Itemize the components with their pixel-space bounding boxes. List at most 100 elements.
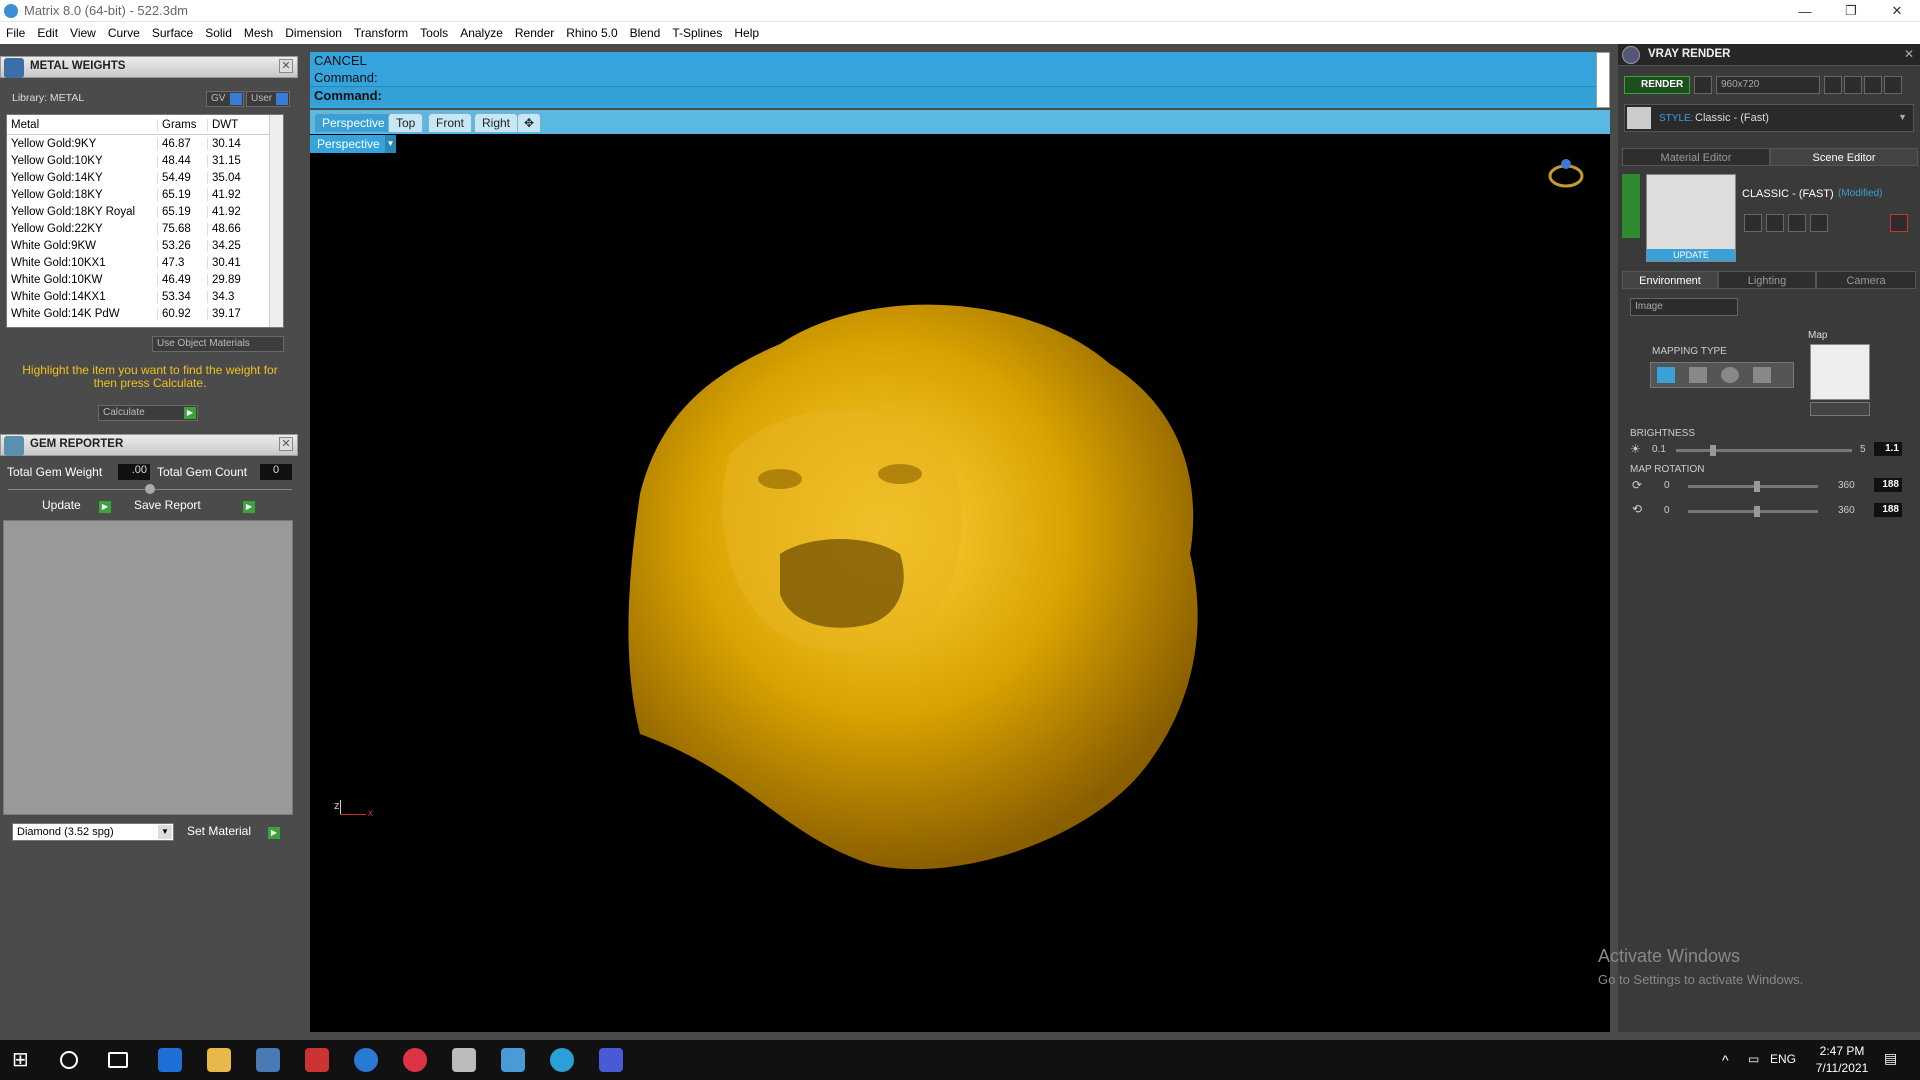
- network-icon[interactable]: ▭: [1748, 1052, 1759, 1066]
- table-row[interactable]: Yellow Gold:10KY 48.44 31.15: [7, 152, 283, 169]
- menu-help[interactable]: Help: [734, 26, 759, 40]
- grid-icon[interactable]: [1884, 76, 1902, 94]
- windows-start-icon[interactable]: ⊞: [12, 1048, 36, 1072]
- viewport-title[interactable]: Perspective: [310, 135, 394, 153]
- table-row[interactable]: White Gold:14KX1 53.34 34.3: [7, 288, 283, 305]
- add-scene-icon[interactable]: [1788, 214, 1806, 232]
- mapping-cube-icon[interactable]: [1689, 367, 1707, 383]
- table-row[interactable]: Yellow Gold:14KY 54.49 35.04: [7, 169, 283, 186]
- tab-camera[interactable]: Camera: [1816, 271, 1916, 289]
- menu-render[interactable]: Render: [515, 26, 554, 40]
- menu-rhino5[interactable]: Rhino 5.0: [566, 26, 617, 40]
- tab-environment[interactable]: Environment: [1622, 271, 1718, 289]
- render-button[interactable]: RENDER: [1624, 76, 1690, 94]
- table-row[interactable]: Yellow Gold:22KY 75.68 48.66: [7, 220, 283, 237]
- gem-slider-knob[interactable]: [145, 484, 155, 494]
- list-icon[interactable]: [1864, 76, 1882, 94]
- render-options-icon[interactable]: [1694, 76, 1712, 94]
- clock-time[interactable]: 2:47 PM: [1812, 1044, 1872, 1058]
- app-icon[interactable]: [305, 1048, 329, 1072]
- command-prompt[interactable]: Command:: [310, 86, 1610, 103]
- environment-type-select[interactable]: Image: [1630, 298, 1738, 316]
- gv-toggle[interactable]: GV: [206, 91, 244, 107]
- notifications-icon[interactable]: ▤: [1884, 1050, 1897, 1067]
- app-icon[interactable]: [256, 1048, 280, 1072]
- clock-date[interactable]: 7/11/2021: [1812, 1061, 1872, 1075]
- map-thumbnail[interactable]: [1810, 344, 1870, 400]
- app-icon[interactable]: [599, 1048, 623, 1072]
- command-area[interactable]: CANCEL Command: Command:: [310, 52, 1610, 108]
- menu-dimension[interactable]: Dimension: [285, 26, 342, 40]
- resolution-select[interactable]: 960x720: [1716, 76, 1820, 94]
- menu-blend[interactable]: Blend: [630, 26, 661, 40]
- tab-material-editor[interactable]: Material Editor: [1622, 148, 1770, 166]
- menu-tools[interactable]: Tools: [420, 26, 448, 40]
- mapping-flat-icon[interactable]: [1657, 367, 1675, 383]
- update-preview-button[interactable]: UPDATE: [1647, 249, 1735, 261]
- viewport-perspective[interactable]: z x: [310, 134, 1610, 1032]
- menu-surface[interactable]: Surface: [152, 26, 193, 40]
- use-object-materials-checkbox[interactable]: Use Object Materials: [152, 336, 284, 352]
- tab-perspective[interactable]: Perspective: [314, 113, 393, 132]
- tray-chevron-icon[interactable]: ^: [1722, 1052, 1729, 1068]
- table-row[interactable]: White Gold:9KW 53.26 34.25: [7, 237, 283, 254]
- rotation-h-value[interactable]: 188: [1874, 478, 1902, 492]
- remove-scene-icon[interactable]: [1810, 214, 1828, 232]
- vray-close-icon[interactable]: ✕: [1904, 47, 1914, 61]
- add-tab-icon[interactable]: ✥: [517, 113, 541, 132]
- metal-weights-close-icon[interactable]: ✕: [279, 59, 293, 73]
- search-icon[interactable]: [60, 1051, 78, 1069]
- menu-tsplines[interactable]: T-Splines: [672, 26, 722, 40]
- table-scrollbar[interactable]: [269, 115, 283, 327]
- mapping-sphere-icon[interactable]: [1721, 367, 1739, 383]
- menu-transform[interactable]: Transform: [354, 26, 408, 40]
- tab-front[interactable]: Front: [428, 113, 473, 132]
- viewport-menu-chevron-icon[interactable]: ▼: [385, 135, 396, 153]
- rotation-v-slider[interactable]: [1688, 506, 1818, 517]
- gem-reporter-close-icon[interactable]: ✕: [279, 437, 293, 451]
- menu-analyze[interactable]: Analyze: [460, 26, 503, 40]
- app-icon[interactable]: [501, 1048, 525, 1072]
- gem-material-select[interactable]: Diamond (3.52 spg) ▼: [12, 823, 174, 841]
- tab-scene-editor[interactable]: Scene Editor: [1770, 148, 1918, 166]
- save-scene-icon[interactable]: [1744, 214, 1762, 232]
- table-row[interactable]: White Gold:10KW 46.49 29.89: [7, 271, 283, 288]
- rotation-h-slider[interactable]: [1688, 481, 1818, 492]
- menu-mesh[interactable]: Mesh: [244, 26, 273, 40]
- file-explorer-icon[interactable]: [207, 1048, 231, 1072]
- save-report-button[interactable]: Save Report ▶: [130, 498, 256, 516]
- collapse-arrow-icon[interactable]: [1622, 174, 1640, 238]
- load-scene-icon[interactable]: [1766, 214, 1784, 232]
- table-row[interactable]: Yellow Gold:18KY 65.19 41.92: [7, 186, 283, 203]
- col-dwt[interactable]: DWT: [207, 118, 267, 131]
- metal-weights-table[interactable]: Metal Grams DWT Yellow Gold:9KY 46.87 30.1…: [6, 114, 284, 328]
- reset-scene-icon[interactable]: [1890, 214, 1908, 232]
- set-material-button[interactable]: Set Material ▶: [183, 824, 281, 842]
- table-row[interactable]: Yellow Gold:18KY Royal 65.19 41.92: [7, 203, 283, 220]
- user-toggle[interactable]: User: [246, 91, 290, 107]
- restore-button[interactable]: ❐: [1828, 0, 1874, 22]
- brightness-value[interactable]: 1.1: [1874, 442, 1902, 456]
- task-view-icon[interactable]: [108, 1052, 128, 1068]
- style-selector[interactable]: STYLE: Classic - (Fast) ▼: [1624, 104, 1914, 132]
- rotation-h-slider-knob[interactable]: [1754, 481, 1760, 492]
- rotation-v-slider-knob[interactable]: [1754, 506, 1760, 517]
- update-button[interactable]: Update ▶: [38, 498, 112, 516]
- chrome-icon[interactable]: [403, 1048, 427, 1072]
- brightness-slider-knob[interactable]: [1710, 445, 1716, 456]
- zalo-icon[interactable]: [354, 1048, 378, 1072]
- menu-curve[interactable]: Curve: [108, 26, 140, 40]
- mapping-screen-icon[interactable]: [1753, 367, 1771, 383]
- rotation-v-value[interactable]: 188: [1874, 503, 1902, 517]
- close-button[interactable]: ✕: [1874, 0, 1920, 22]
- col-grams[interactable]: Grams: [157, 118, 207, 131]
- edge-icon[interactable]: [158, 1048, 182, 1072]
- command-scrollbar[interactable]: [1596, 52, 1610, 108]
- language-indicator[interactable]: ENG: [1770, 1052, 1796, 1066]
- table-row[interactable]: White Gold:10KX1 47.3 30.41: [7, 254, 283, 271]
- tab-top[interactable]: Top: [388, 113, 424, 132]
- col-metal[interactable]: Metal: [7, 119, 157, 131]
- menu-file[interactable]: File: [6, 26, 25, 40]
- tab-lighting[interactable]: Lighting: [1718, 271, 1816, 289]
- menu-solid[interactable]: Solid: [205, 26, 232, 40]
